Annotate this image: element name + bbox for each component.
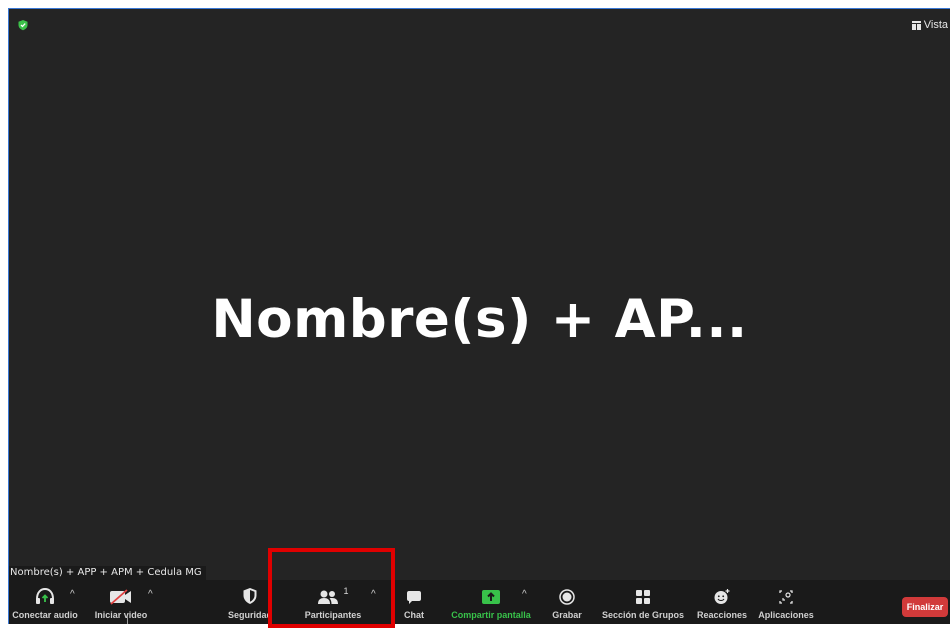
emoji-reaction-icon xyxy=(714,589,730,604)
apps-icon xyxy=(779,590,793,604)
participants-options-caret[interactable]: ^ xyxy=(371,589,376,600)
breakout-rooms-button[interactable]: Sección de Grupos xyxy=(601,580,685,624)
view-button[interactable]: Vista xyxy=(911,19,948,31)
window-edge-divider xyxy=(127,616,142,624)
view-label: Vista xyxy=(923,19,948,31)
participant-display-name: Nombre(s) + AP... xyxy=(211,289,748,350)
chat-label: Chat xyxy=(404,610,424,620)
reactions-label: Reacciones xyxy=(696,610,748,620)
record-button[interactable]: Grabar xyxy=(549,580,585,624)
meeting-window: Vista Nombre(s) + AP... Nombre(s) + APP … xyxy=(8,8,950,624)
start-video-button[interactable]: Iniciar video xyxy=(89,580,153,624)
record-icon xyxy=(559,589,575,605)
connect-audio-button[interactable]: Conectar audio xyxy=(11,580,79,624)
shield-icon xyxy=(243,588,257,604)
meeting-toolbar: Conectar audio ^ Iniciar video ^ Segurid… xyxy=(9,580,950,624)
share-screen-button[interactable]: Compartir pantalla xyxy=(449,580,533,624)
breakout-rooms-label: Sección de Grupos xyxy=(601,610,685,620)
share-screen-icon xyxy=(482,590,500,604)
breakout-grid-icon xyxy=(636,590,650,604)
participants-count: 1 xyxy=(343,586,349,596)
record-label: Grabar xyxy=(552,610,582,620)
chat-bubble-icon xyxy=(407,591,421,604)
participants-button[interactable]: 1 Participantes xyxy=(299,580,367,624)
security-button[interactable]: Seguridad xyxy=(225,580,275,624)
chat-button[interactable]: Chat xyxy=(399,580,429,624)
share-screen-label: Compartir pantalla xyxy=(451,610,531,620)
security-label: Seguridad xyxy=(227,610,272,620)
participants-label: Participantes xyxy=(304,610,362,620)
grid-view-icon xyxy=(911,20,921,30)
end-meeting-button[interactable]: Finalizar xyxy=(902,597,948,617)
encryption-shield-icon[interactable] xyxy=(17,19,29,31)
connect-audio-label: Conectar audio xyxy=(12,610,78,620)
reactions-button[interactable]: Reacciones xyxy=(695,580,749,624)
apps-label: Aplicaciones xyxy=(758,610,814,620)
share-options-caret[interactable]: ^ xyxy=(522,589,527,600)
video-off-icon xyxy=(110,589,131,605)
audio-options-caret[interactable]: ^ xyxy=(70,589,75,600)
apps-button[interactable]: Aplicaciones xyxy=(757,580,815,624)
video-options-caret[interactable]: ^ xyxy=(148,589,153,600)
participants-icon xyxy=(318,590,339,604)
headphones-icon xyxy=(36,587,54,604)
participant-name-tag: Nombre(s) + APP + APM + Cedula MG xyxy=(9,566,206,580)
